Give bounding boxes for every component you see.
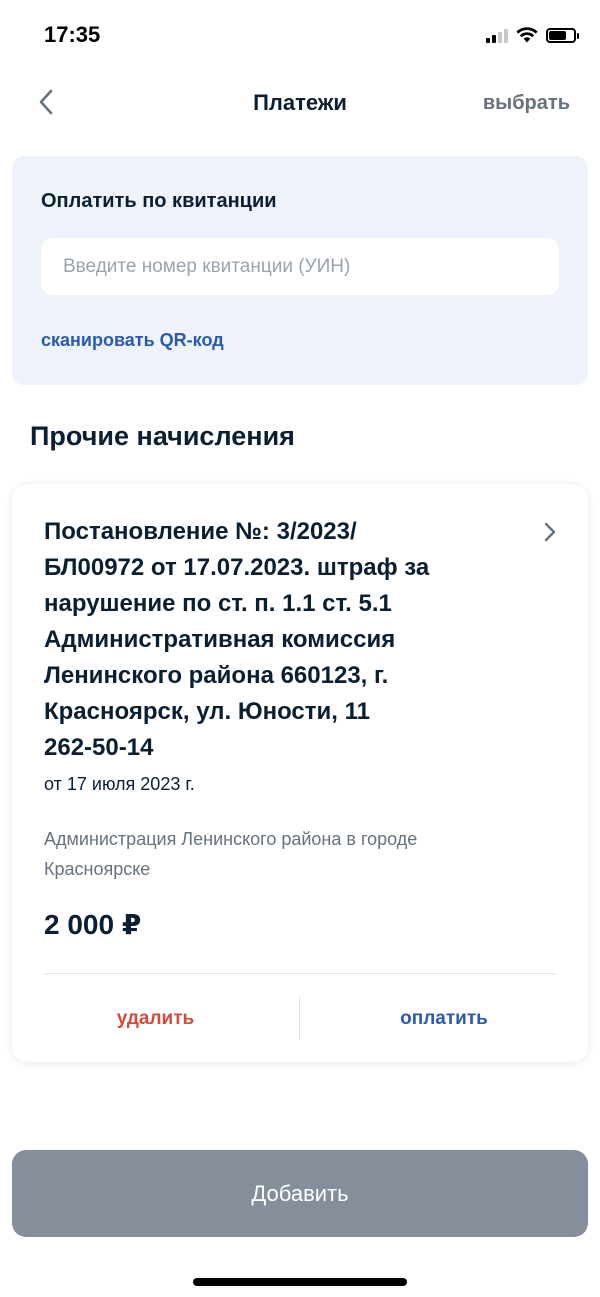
uin-input[interactable] bbox=[41, 238, 559, 295]
other-charges-title: Прочие начисления bbox=[30, 421, 295, 451]
card-divider bbox=[44, 973, 556, 974]
status-icons bbox=[486, 24, 579, 46]
delete-button[interactable]: удалить bbox=[12, 996, 299, 1042]
battery-icon bbox=[546, 27, 579, 43]
charge-title: Постановление №: 3/2023/ БЛ00972 от 17.0… bbox=[44, 518, 430, 761]
scan-qr-link[interactable]: сканировать QR-код bbox=[41, 330, 224, 351]
charge-date: от 17 июля 2023 г. bbox=[44, 774, 195, 794]
status-bar: 17:35 bbox=[0, 0, 600, 70]
nav-bar: Платежи выбрать bbox=[0, 78, 600, 128]
pay-button[interactable]: оплатить bbox=[300, 996, 588, 1042]
charge-card[interactable]: Постановление №: 3/2023/ БЛ00972 от 17.0… bbox=[12, 484, 588, 1062]
wifi-icon bbox=[516, 27, 538, 43]
status-time: 17:35 bbox=[44, 22, 101, 47]
select-button[interactable]: выбрать bbox=[483, 92, 570, 115]
chevron-right-icon[interactable] bbox=[538, 520, 562, 544]
add-button[interactable]: Добавить bbox=[12, 1150, 588, 1237]
home-indicator bbox=[193, 1278, 407, 1286]
charge-amount: 2 000 ₽ bbox=[44, 909, 142, 940]
pay-by-receipt-panel: Оплатить по квитанции сканировать QR-код bbox=[12, 156, 588, 385]
receipt-panel-title: Оплатить по квитанции bbox=[41, 190, 277, 212]
cellular-signal-icon bbox=[486, 27, 508, 43]
charge-organization: Администрация Ленинского района в городе… bbox=[44, 829, 418, 879]
